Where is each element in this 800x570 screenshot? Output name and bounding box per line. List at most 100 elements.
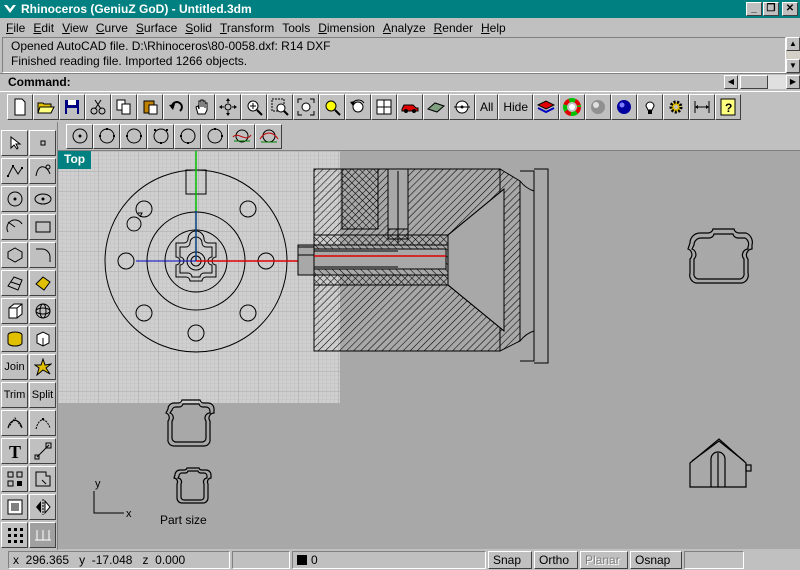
group-icon[interactable]: [1, 494, 28, 520]
new-icon[interactable]: [7, 94, 33, 120]
minimize-button[interactable]: _: [746, 2, 762, 16]
circle-tangent-3-icon[interactable]: [201, 123, 228, 149]
circle-tool-icon[interactable]: [1, 186, 28, 212]
sphere-solid-icon[interactable]: [29, 298, 56, 324]
open-icon[interactable]: [33, 94, 59, 120]
trim-button[interactable]: Trim: [1, 382, 28, 408]
settings-icon[interactable]: [663, 94, 690, 120]
house-shape[interactable]: [689, 438, 752, 488]
zoom-extents-icon[interactable]: [293, 94, 319, 120]
circle-tangent-icon[interactable]: [147, 123, 174, 149]
scroll-up-icon[interactable]: ▲: [786, 37, 800, 51]
polyline-icon[interactable]: [1, 158, 28, 184]
point-tool-icon[interactable]: [29, 130, 56, 156]
color-wheel-icon[interactable]: [559, 94, 586, 120]
edit-points-icon[interactable]: [29, 410, 56, 436]
show-all-button[interactable]: All: [475, 94, 499, 120]
color-icon[interactable]: [533, 94, 560, 120]
snap-toggle[interactable]: Snap: [488, 550, 532, 569]
part-outline-large[interactable]: [165, 399, 215, 447]
circle-tangent-tangent-icon[interactable]: [174, 123, 201, 149]
osnap-toggle[interactable]: Osnap: [630, 550, 682, 569]
copy-icon[interactable]: [111, 94, 137, 120]
top-viewport[interactable]: Top Part size y x: [58, 151, 800, 549]
menu-file[interactable]: File: [2, 21, 29, 35]
planar-toggle[interactable]: Planar: [580, 550, 628, 569]
help-icon[interactable]: ?: [715, 94, 742, 120]
ellipse-icon[interactable]: [29, 186, 56, 212]
section-view[interactable]: [297, 168, 549, 364]
render-preview-icon[interactable]: [585, 94, 612, 120]
offset-icon[interactable]: [29, 466, 56, 492]
zoom-window-icon[interactable]: [267, 94, 293, 120]
hide-button[interactable]: Hide: [498, 94, 534, 120]
menu-solid[interactable]: Solid: [181, 21, 216, 35]
shade-icon[interactable]: [423, 94, 449, 120]
text-icon[interactable]: T: [1, 438, 28, 464]
menu-view[interactable]: View: [58, 21, 92, 35]
circle-around-curve-icon[interactable]: [255, 123, 282, 149]
undo-icon[interactable]: [163, 94, 189, 120]
mirror-icon[interactable]: [29, 494, 56, 520]
command-scrollbar[interactable]: ◀ ▶: [724, 75, 800, 89]
scroll-right-icon[interactable]: ▶: [786, 75, 800, 89]
menu-dimension[interactable]: Dimension: [314, 21, 379, 35]
command-line[interactable]: Command: ◀ ▶: [0, 73, 800, 90]
light-icon[interactable]: [637, 94, 664, 120]
zoom-selected-icon[interactable]: [319, 94, 345, 120]
save-icon[interactable]: [59, 94, 85, 120]
scroll-down-icon[interactable]: ▼: [786, 59, 800, 73]
rotate-view-icon[interactable]: [215, 94, 241, 120]
scale-icon[interactable]: [29, 438, 56, 464]
cylinder-solid-icon[interactable]: [1, 326, 28, 352]
split-button[interactable]: Split: [29, 382, 56, 408]
extrude-icon[interactable]: [29, 326, 56, 352]
circle-diameter-icon[interactable]: [120, 123, 147, 149]
fillet-icon[interactable]: [29, 242, 56, 268]
viewport-canvas[interactable]: Part size y x: [58, 151, 800, 549]
car-render-icon[interactable]: [397, 94, 423, 120]
menu-analyze[interactable]: Analyze: [379, 21, 430, 35]
circle-3point-icon[interactable]: [93, 123, 120, 149]
rhino-app-icon[interactable]: [2, 1, 18, 17]
ortho-toggle[interactable]: Ortho: [534, 550, 578, 569]
close-button[interactable]: ✕: [782, 2, 798, 16]
command-history[interactable]: Opened AutoCAD file. D:\Rhinoceros\80-00…: [2, 37, 786, 73]
menu-curve[interactable]: Curve: [92, 21, 132, 35]
render-icon[interactable]: [611, 94, 638, 120]
profile-outline-right[interactable]: [687, 228, 753, 284]
part-outline-small[interactable]: [173, 467, 212, 504]
rectangle-icon[interactable]: [29, 214, 56, 240]
dimension-icon[interactable]: [689, 94, 716, 120]
zoom-dynamic-icon[interactable]: [241, 94, 267, 120]
history-scrollbar[interactable]: ▲ ▼: [786, 37, 800, 73]
arc-icon[interactable]: [1, 214, 28, 240]
circle-center-icon[interactable]: [66, 123, 93, 149]
point-icon[interactable]: [449, 94, 475, 120]
menu-surface[interactable]: Surface: [132, 21, 181, 35]
undo-view-icon[interactable]: [345, 94, 371, 120]
rebuild-curve-icon[interactable]: [1, 410, 28, 436]
pan-hand-icon[interactable]: [189, 94, 215, 120]
array-icon[interactable]: [1, 466, 28, 492]
restore-button[interactable]: ❐: [763, 2, 779, 16]
paste-icon[interactable]: [137, 94, 163, 120]
scroll-thumb[interactable]: [740, 75, 768, 89]
explode-icon[interactable]: [29, 354, 56, 380]
viewport-tab-top[interactable]: Top: [58, 151, 92, 169]
layer-indicator[interactable]: 0: [292, 550, 486, 569]
loft-surface-icon[interactable]: [29, 270, 56, 296]
menu-render[interactable]: Render: [430, 21, 477, 35]
menu-tools[interactable]: Tools: [278, 21, 314, 35]
four-viewports-icon[interactable]: [371, 94, 397, 120]
cut-icon[interactable]: [85, 94, 111, 120]
polygon-icon[interactable]: [1, 242, 28, 268]
grid-points-icon[interactable]: [1, 522, 28, 548]
curve-icon[interactable]: [29, 158, 56, 184]
menu-help[interactable]: Help: [477, 21, 510, 35]
join-button[interactable]: Join: [1, 354, 28, 380]
surface-points-icon[interactable]: [1, 270, 28, 296]
menu-transform[interactable]: Transform: [216, 21, 278, 35]
menu-edit[interactable]: Edit: [29, 21, 58, 35]
select-arrow-icon[interactable]: [1, 130, 28, 156]
